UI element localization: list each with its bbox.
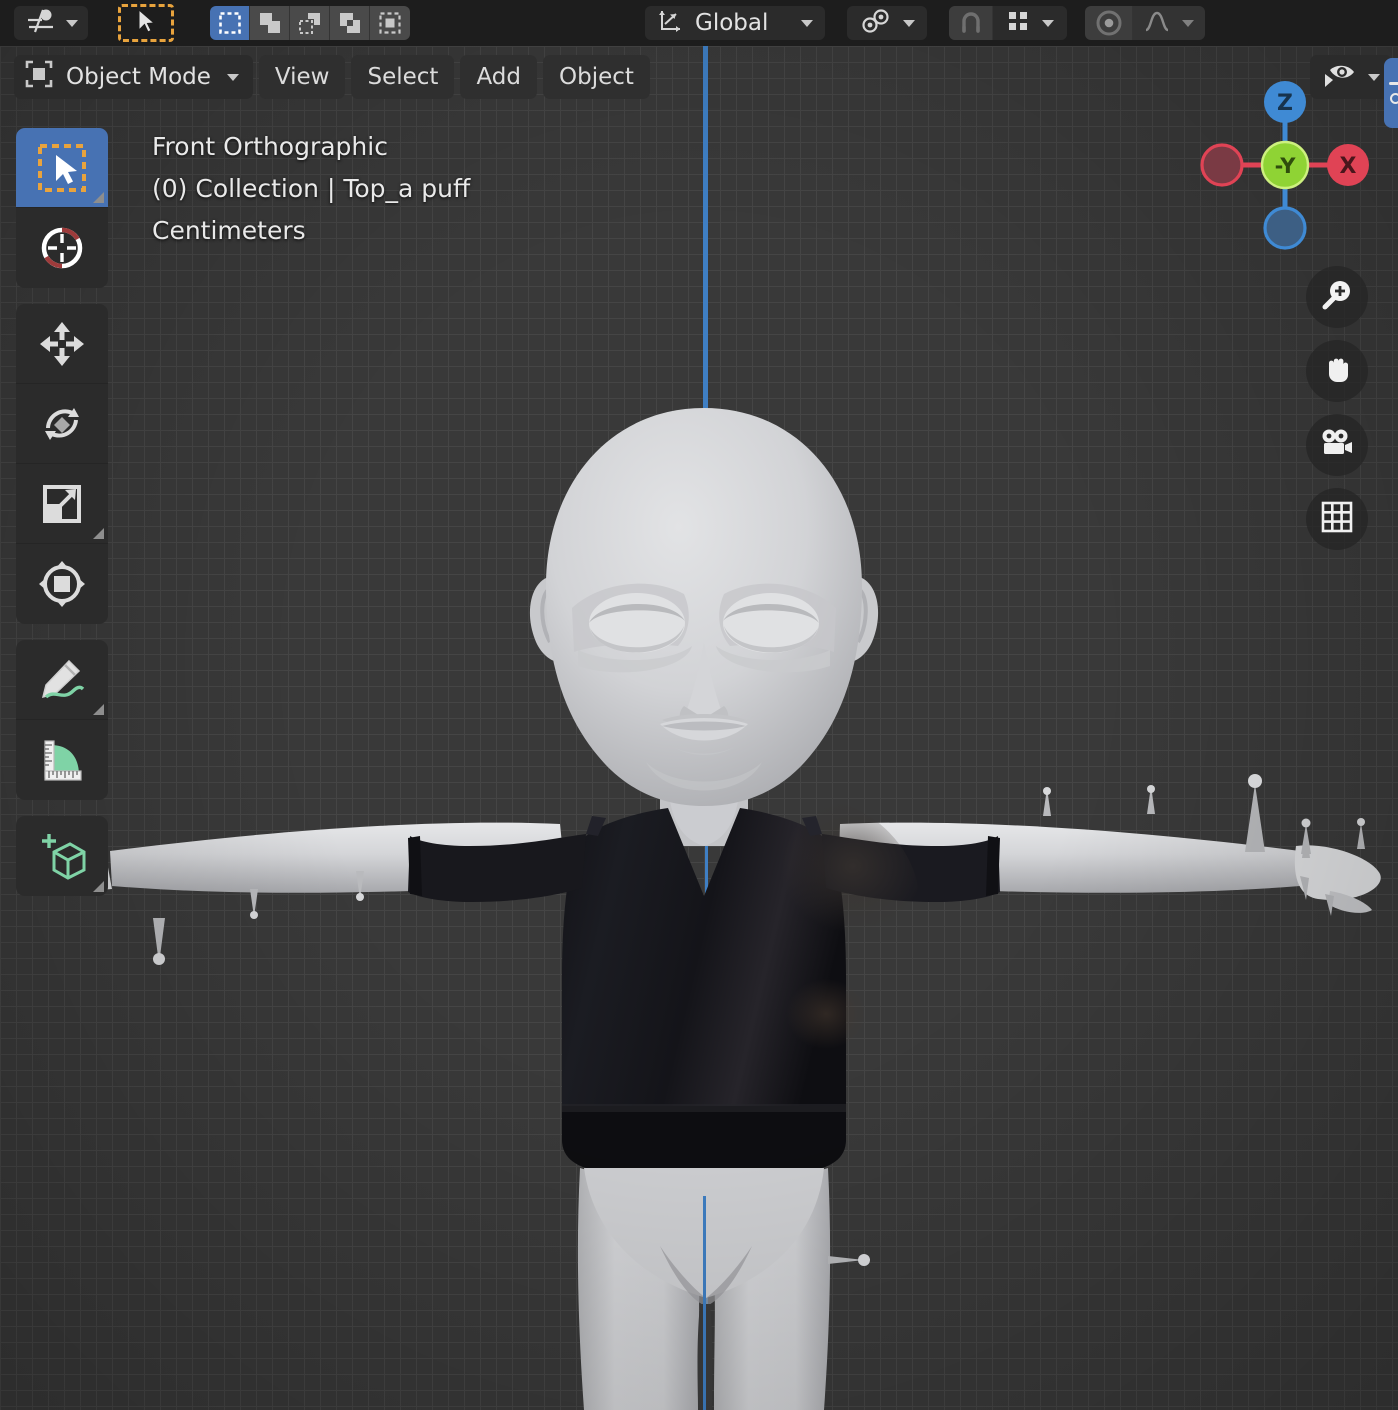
toolbar-group-annotate — [16, 640, 108, 800]
proportional-edit-icon[interactable] — [1085, 6, 1133, 40]
chevron-down-icon — [903, 19, 915, 27]
grid-perspective-icon — [1321, 501, 1353, 537]
view-menu-label: View — [274, 64, 330, 90]
viewport-header-right — [1310, 46, 1392, 108]
transform-orientation-dropdown[interactable]: Global — [645, 6, 825, 40]
scene-info-label: (0) Collection | Top_a puff — [152, 174, 471, 203]
annotate-tool[interactable] — [16, 640, 108, 720]
cursor-tool[interactable] — [16, 208, 108, 288]
gizmo-label-negative-y: -Y — [1275, 154, 1297, 178]
select-mode-intersect[interactable] — [370, 6, 410, 40]
object-visibility-dropdown[interactable] — [1310, 55, 1392, 99]
pan-view-button[interactable] — [1306, 340, 1368, 402]
edge-tab-circle-icon — [1389, 93, 1398, 104]
sidebar-edge-tab[interactable] — [1384, 58, 1398, 128]
viewport-header: Object Mode View Select Add Object — [0, 46, 1398, 108]
units-label: Centimeters — [152, 216, 306, 245]
transform-tool[interactable] — [16, 544, 108, 624]
tweak-select-box-tool[interactable] — [16, 128, 108, 208]
select-mode-set-new[interactable] — [210, 6, 250, 40]
gizmo-axis-z-negative — [1263, 206, 1307, 250]
magnifier-plus-icon — [1319, 277, 1355, 317]
select-mode-extend[interactable] — [250, 6, 290, 40]
viewport-navigation-buttons — [1306, 266, 1368, 550]
toolbar-group-add — [16, 816, 108, 896]
select-mode-subtract[interactable] — [290, 6, 330, 40]
toolbar-group-select — [16, 128, 108, 288]
object-visibility-eye-icon — [1322, 61, 1356, 93]
blender-window: Global Front Orthographic (0) Collection… — [0, 0, 1398, 1410]
chevron-down-icon — [1042, 19, 1055, 27]
smooth-falloff-curve-icon — [1144, 9, 1170, 37]
chevron-down-icon — [226, 73, 239, 81]
chevron-down-icon — [66, 19, 78, 27]
select-menu-label: Select — [367, 64, 439, 90]
character-head — [529, 408, 879, 846]
camera-view-button[interactable] — [1306, 414, 1368, 476]
chevron-down-icon — [1181, 19, 1194, 27]
active-tool-cursor-indicator[interactable] — [118, 4, 174, 42]
tool-submenu-indicator — [93, 192, 104, 203]
transform-pivot-dropdown[interactable] — [14, 6, 88, 40]
view-menu[interactable]: View — [258, 55, 346, 99]
character-garment-top — [408, 796, 1000, 1172]
add-menu[interactable]: Add — [460, 55, 537, 99]
magnet-icon[interactable] — [949, 6, 993, 40]
proportional-editing-group — [1085, 6, 1205, 40]
toggle-ortho-button[interactable] — [1306, 488, 1368, 550]
cursor-arrow-icon — [136, 8, 156, 38]
toolbar-group-transform — [16, 304, 108, 624]
chevron-down-icon — [801, 19, 813, 27]
proportional-falloff-dropdown[interactable] — [1133, 6, 1205, 40]
scale-tool[interactable] — [16, 464, 108, 544]
tool-settings-topbar: Global — [0, 0, 1398, 46]
object-mode-dropdown[interactable]: Object Mode — [14, 55, 253, 99]
view-name-label: Front Orthographic — [152, 132, 388, 161]
viewport-info-overlay: Front Orthographic (0) Collection | Top_… — [152, 126, 470, 252]
edge-tab-dash-icon — [1389, 82, 1398, 85]
measure-tool[interactable] — [16, 720, 108, 800]
add-menu-label: Add — [476, 64, 521, 90]
hand-pan-icon — [1320, 352, 1354, 390]
transform-pivot-icon — [26, 8, 56, 38]
select-menu[interactable]: Select — [351, 55, 455, 99]
pivot-point-dropdown[interactable] — [847, 6, 927, 40]
transform-orientation-label: Global — [695, 10, 769, 36]
chevron-down-icon — [1368, 73, 1380, 81]
object-menu[interactable]: Object — [542, 55, 650, 99]
movie-camera-icon — [1319, 428, 1355, 462]
pivot-median-point-icon — [859, 8, 893, 38]
snap-to-dropdown[interactable] — [993, 6, 1067, 40]
zoom-view-button[interactable] — [1306, 266, 1368, 328]
object-menu-label: Object — [558, 64, 634, 90]
tool-submenu-indicator — [93, 528, 104, 539]
add-cube-tool[interactable] — [16, 816, 108, 896]
gizmo-axis-x-negative — [1200, 143, 1244, 187]
viewport-toolbar — [16, 128, 108, 912]
object-mode-icon — [24, 59, 54, 95]
tool-submenu-indicator — [93, 881, 104, 892]
gizmo-label-x: X — [1340, 154, 1357, 179]
snapping-group — [949, 6, 1067, 40]
object-mode-label: Object Mode — [66, 64, 211, 90]
tool-submenu-indicator — [93, 704, 104, 715]
move-tool[interactable] — [16, 304, 108, 384]
orientation-axis-icon — [657, 8, 683, 38]
select-mode-invert[interactable] — [330, 6, 370, 40]
select-mode-group — [210, 6, 410, 40]
snap-increment-grid-icon — [1006, 9, 1030, 37]
rotate-tool[interactable] — [16, 384, 108, 464]
